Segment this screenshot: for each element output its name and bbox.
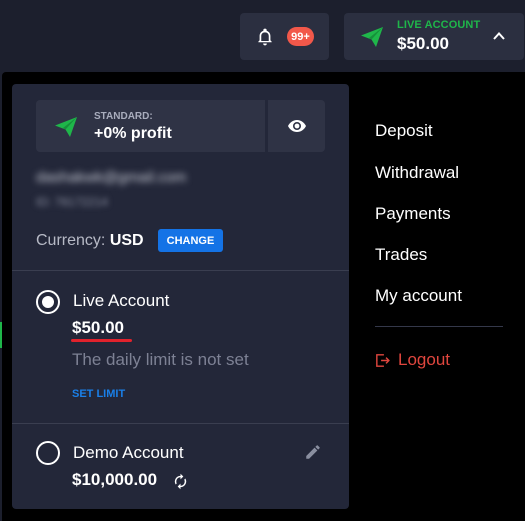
daily-limit-text: The daily limit is not set — [72, 350, 249, 369]
divider — [12, 270, 349, 271]
account-tier-box: STANDARD: +0% profit — [36, 100, 265, 152]
menu-item-withdrawal[interactable]: Withdrawal — [375, 163, 459, 183]
menu-divider — [375, 326, 503, 327]
menu-item-my-account[interactable]: My account — [375, 286, 462, 306]
live-account-balance: $50.00 — [72, 318, 124, 337]
currency-label: Currency: — [36, 232, 106, 249]
live-account-radio[interactable] — [36, 290, 60, 314]
live-account-name: Live Account — [73, 291, 170, 310]
demo-account-name: Demo Account — [73, 443, 184, 462]
notifications-button[interactable]: 99+ — [240, 13, 329, 60]
logout-label: Logout — [398, 350, 450, 369]
demo-account-balance: $10,000.00 — [72, 470, 158, 489]
account-id: ID: 78172214 — [36, 195, 109, 209]
account-type-label: LIVE ACCOUNT — [397, 19, 481, 31]
change-currency-button[interactable]: CHANGE — [158, 229, 223, 252]
menu-item-payments[interactable]: Payments — [375, 204, 451, 224]
toggle-visibility-button[interactable] — [268, 100, 325, 152]
tier-profit: +0% profit — [94, 125, 172, 142]
logout-icon — [376, 353, 390, 367]
edit-icon[interactable] — [304, 443, 322, 461]
balance-underline — [71, 339, 132, 342]
notifications-badge: 99+ — [287, 27, 314, 46]
user-email: dashakwk@gmail.com — [36, 169, 187, 186]
paper-plane-icon — [361, 27, 383, 47]
eye-icon — [288, 120, 306, 132]
tier-label: STANDARD: — [94, 111, 153, 122]
currency-row: Currency: USD — [36, 232, 144, 250]
divider — [12, 423, 349, 424]
account-balance: $50.00 — [397, 34, 449, 53]
top-bar: 99+ LIVE ACCOUNT $50.00 — [0, 0, 525, 72]
menu-item-trades[interactable]: Trades — [375, 245, 427, 265]
logout-button[interactable]: Logout — [374, 350, 450, 370]
account-card: STANDARD: +0% profit dashakwk@gmail.com … — [12, 84, 349, 509]
demo-account-radio[interactable] — [36, 441, 60, 465]
chevron-up-icon — [493, 32, 505, 40]
refresh-icon[interactable] — [172, 473, 189, 490]
paper-plane-icon — [55, 117, 77, 137]
currency-value: USD — [109, 232, 144, 249]
bell-icon — [258, 28, 272, 46]
account-switcher-button[interactable]: LIVE ACCOUNT $50.00 — [344, 13, 524, 60]
set-limit-link[interactable]: SET LIMIT — [72, 388, 125, 400]
menu-item-deposit[interactable]: Deposit — [375, 121, 433, 141]
